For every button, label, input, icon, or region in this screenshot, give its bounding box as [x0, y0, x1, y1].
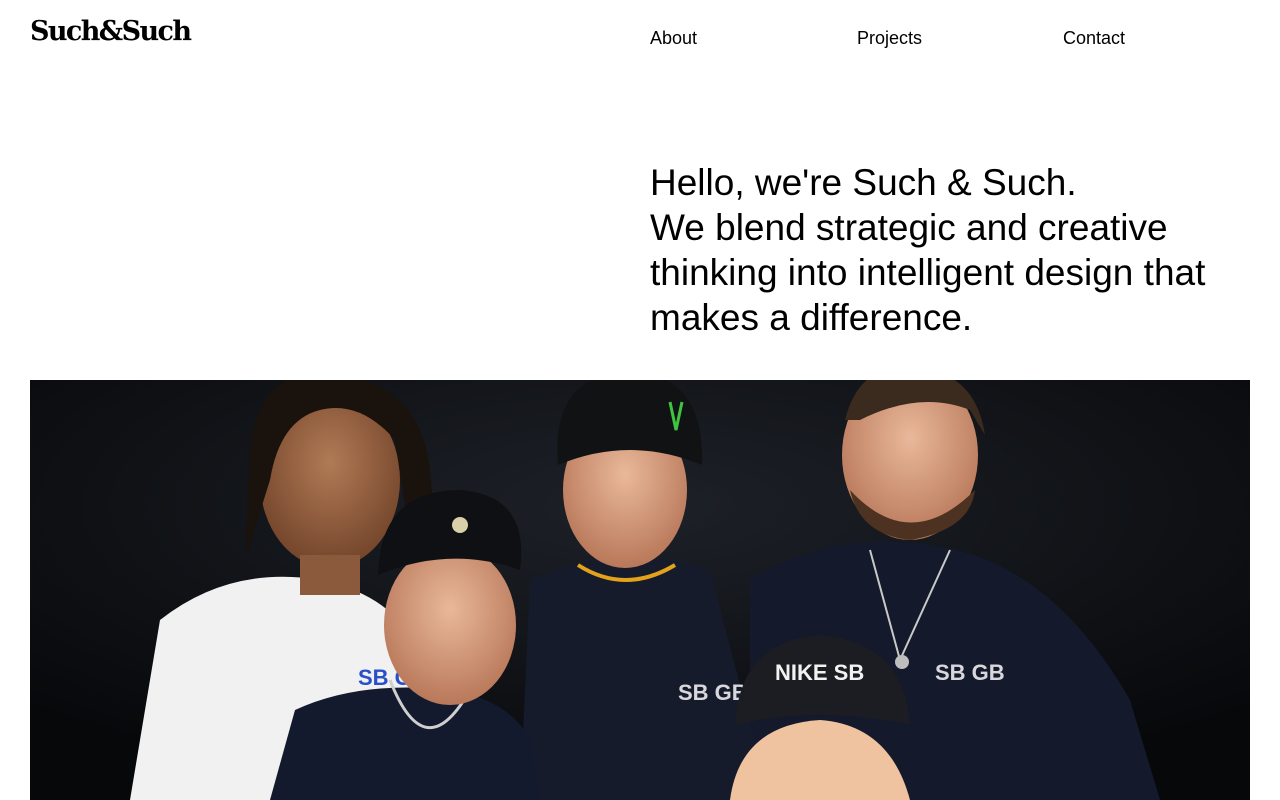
cap-logo: NIKE SB: [775, 660, 864, 685]
hero-photo-illustration: SB GB SB GB SB GB NIKE SB: [30, 380, 1250, 800]
intro-statement: We blend strategic and creative thinking…: [650, 207, 1206, 338]
intro-heading: Hello, we're Such & Such. We blend strat…: [650, 160, 1210, 340]
nav-contact[interactable]: Contact: [1063, 27, 1125, 49]
hero-image: SB GB SB GB SB GB NIKE SB: [30, 380, 1250, 800]
shirt-logo-center: SB GB: [678, 680, 748, 705]
logo[interactable]: Such&Such: [30, 14, 192, 50]
nav-projects[interactable]: Projects: [857, 27, 922, 49]
shirt-logo-right: SB GB: [935, 660, 1005, 685]
nav-about[interactable]: About: [650, 27, 697, 49]
intro-greeting: Hello, we're Such & Such.: [650, 162, 1077, 203]
page: Such&Such About Projects Contact Hello, …: [0, 0, 1280, 800]
